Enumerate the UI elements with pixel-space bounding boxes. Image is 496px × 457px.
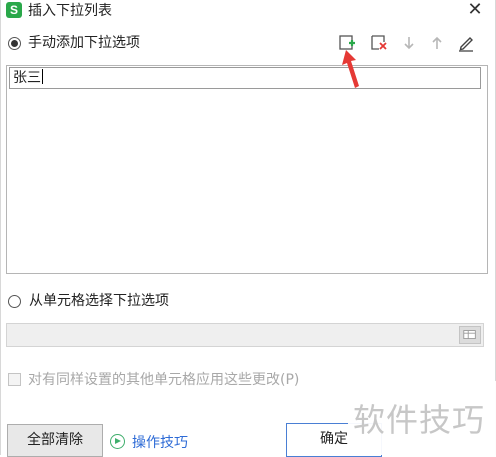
clear-all-button[interactable]: 全部清除 xyxy=(7,424,103,457)
cell-range-input[interactable] xyxy=(6,323,484,347)
options-list[interactable]: 张三 xyxy=(6,65,488,274)
apply-all-checkbox[interactable] xyxy=(8,373,21,386)
tips-link[interactable]: 操作技巧 xyxy=(132,432,188,452)
range-select-icon[interactable] xyxy=(459,326,481,344)
option-item-text: 张三 xyxy=(13,70,41,86)
arrow-up-icon[interactable] xyxy=(428,34,446,52)
apply-all-label: 对有同样设置的其他单元格应用这些更改(P) xyxy=(28,372,300,388)
close-button[interactable]: ✕ xyxy=(465,0,485,20)
arrow-down-icon[interactable] xyxy=(400,34,418,52)
manual-options-label: 手动添加下拉选项 xyxy=(28,35,140,51)
title-bar: S 插入下拉列表 ✕ xyxy=(1,0,495,22)
pencil-icon[interactable] xyxy=(457,34,475,52)
option-item-editor[interactable]: 张三 xyxy=(9,67,481,89)
watermark-text: 软件技巧 xyxy=(353,401,486,439)
text-caret xyxy=(42,69,43,84)
from-cells-radio[interactable] xyxy=(8,295,21,308)
wps-spreadsheet-icon: S xyxy=(6,2,22,18)
dialog-title: 插入下拉列表 xyxy=(28,3,112,19)
manual-options-radio[interactable] xyxy=(8,37,21,50)
from-cells-label: 从单元格选择下拉选项 xyxy=(29,293,169,309)
delete-item-icon[interactable] xyxy=(370,34,388,52)
annotation-arrow-icon xyxy=(342,50,359,88)
insert-dropdown-dialog: S 插入下拉列表 ✕ 手动添加下拉选项 张三 从单元格选择下拉选项 对有同样设置… xyxy=(0,0,496,457)
play-tips-icon[interactable] xyxy=(110,434,125,449)
